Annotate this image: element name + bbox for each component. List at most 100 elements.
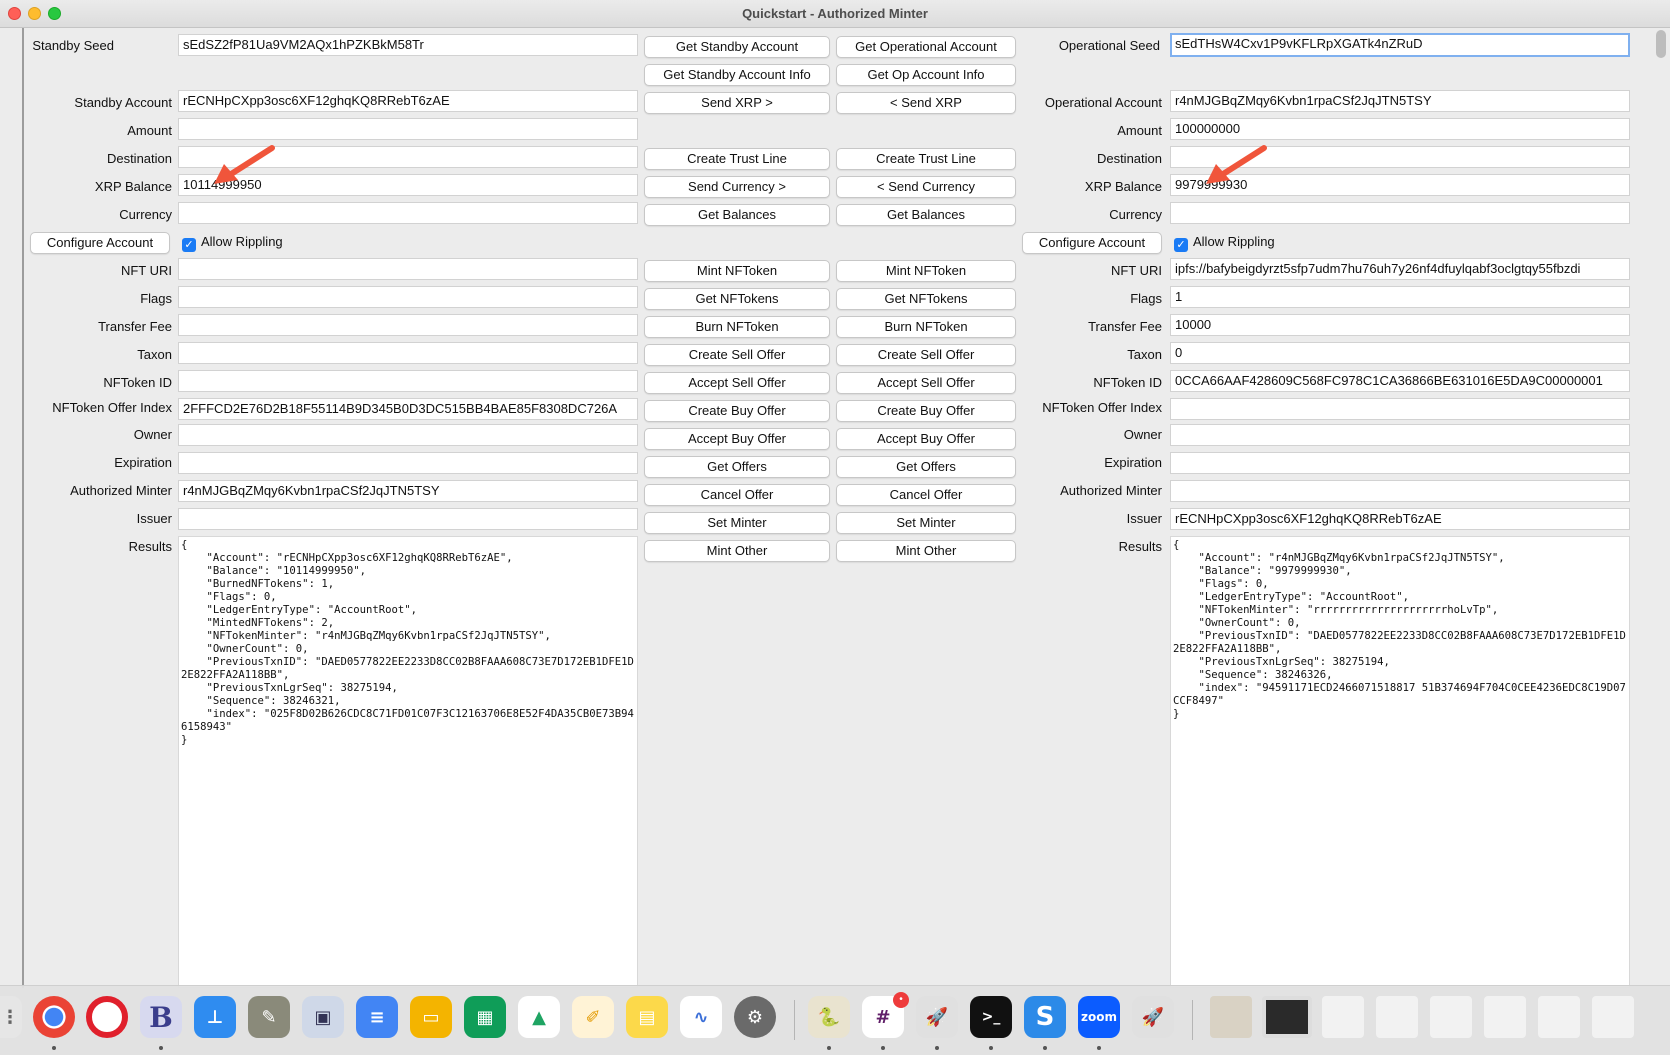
operational-flags-field[interactable]: 1 — [1170, 286, 1630, 308]
operational-nft-uri-field[interactable]: ipfs://bafybeigdyrzt5sfp7udm7hu76uh7y26n… — [1170, 258, 1630, 280]
standby-accept-buy-offer-button[interactable]: Accept Buy Offer — [644, 428, 830, 450]
rocket-icon-2[interactable]: 🚀 — [1132, 996, 1174, 1038]
standby-offer-index-field[interactable]: 2FFFCD2E76D2B18F55114B9D345B0D3DC515BB4B… — [178, 398, 638, 420]
operational-expiration-field[interactable] — [1170, 452, 1630, 474]
operational-authorized-minter-field[interactable] — [1170, 480, 1630, 502]
standby-allow-rippling-checkbox[interactable]: ✓ Allow Rippling — [182, 234, 283, 252]
operational-nftoken-id-field[interactable]: 0CCA66AAF428609C568FC978C1CA36866BE63101… — [1170, 370, 1630, 392]
standby-seed-field[interactable]: sEdSZ2fP81Ua9VM2AQx1hPZKBkM58Tr — [178, 34, 638, 56]
standby-nftoken-id-field[interactable] — [178, 370, 638, 392]
operational-mint-other-button[interactable]: Mint Other — [836, 540, 1016, 562]
operational-owner-field[interactable] — [1170, 424, 1630, 446]
operational-account-field[interactable]: r4nMJGBqZMqy6Kvbn1rpaCSf2JqJTN5TSY — [1170, 90, 1630, 112]
bbedit-icon[interactable]: B — [140, 996, 182, 1038]
zoom-icon[interactable]: zoom — [1078, 996, 1120, 1038]
operational-get-offers-button[interactable]: Get Offers — [836, 456, 1016, 478]
operational-accept-sell-offer-button[interactable]: Accept Sell Offer — [836, 372, 1016, 394]
get-standby-account-button[interactable]: Get Standby Account — [644, 36, 830, 58]
operational-amount-field[interactable]: 100000000 — [1170, 118, 1630, 140]
terminal-icon[interactable]: >_ — [970, 996, 1012, 1038]
system-settings-icon[interactable]: ⚙ — [734, 996, 776, 1038]
get-standby-account-info-button[interactable]: Get Standby Account Info — [644, 64, 830, 86]
pages-icon[interactable]: ✐ — [572, 996, 614, 1038]
standby-amount-field[interactable] — [178, 118, 638, 140]
operational-set-minter-button[interactable]: Set Minter — [836, 512, 1016, 534]
standby-burn-nftoken-button[interactable]: Burn NFToken — [644, 316, 830, 338]
operational-accept-buy-offer-button[interactable]: Accept Buy Offer — [836, 428, 1016, 450]
standby-mint-nftoken-button[interactable]: Mint NFToken — [644, 260, 830, 282]
operational-expiration-label: Expiration — [1104, 455, 1162, 470]
standby-transfer-fee-field[interactable] — [178, 314, 638, 336]
window-thumbnail-icon[interactable] — [1376, 996, 1418, 1038]
standby-cancel-offer-button[interactable]: Cancel Offer — [644, 484, 830, 506]
drive-icon[interactable]: ▲ — [518, 996, 560, 1038]
preview-icon[interactable]: ▣ — [302, 996, 344, 1038]
standby-send-xrp-button[interactable]: Send XRP > — [644, 92, 830, 114]
window-thumbnail-icon[interactable] — [1484, 996, 1526, 1038]
operational-send-xrp-button[interactable]: < Send XRP — [836, 92, 1016, 114]
operational-send-currency-button[interactable]: < Send Currency — [836, 176, 1016, 198]
standby-create-trust-line-button[interactable]: Create Trust Line — [644, 148, 830, 170]
standby-set-minter-button[interactable]: Set Minter — [644, 512, 830, 534]
standby-create-buy-offer-button[interactable]: Create Buy Offer — [644, 400, 830, 422]
standby-accept-sell-offer-button[interactable]: Accept Sell Offer — [644, 372, 830, 394]
operational-mint-nftoken-button[interactable]: Mint NFToken — [836, 260, 1016, 282]
standby-currency-field[interactable] — [178, 202, 638, 224]
operational-results-area[interactable]: { "Account": "r4nMJGBqZMqy6Kvbn1rpaCSf2J… — [1170, 536, 1630, 988]
freeform-icon[interactable]: ∿ — [680, 996, 722, 1038]
get-op-account-info-button[interactable]: Get Op Account Info — [836, 64, 1016, 86]
screenshot-thumbnail-icon[interactable] — [1262, 996, 1312, 1038]
standby-results-area[interactable]: { "Account": "rECNHpCXpp3osc6XF12ghqKQ8R… — [178, 536, 638, 988]
sheets-icon[interactable]: ▦ — [464, 996, 506, 1038]
standby-get-balances-button[interactable]: Get Balances — [644, 204, 830, 226]
standby-nft-uri-field[interactable] — [178, 258, 638, 280]
standby-owner-field[interactable] — [178, 424, 638, 446]
standby-flags-field[interactable] — [178, 286, 638, 308]
operational-issuer-field[interactable]: rECNHpCXpp3osc6XF12ghqKQ8RRebT6zAE — [1170, 508, 1630, 530]
operational-currency-field[interactable] — [1170, 202, 1630, 224]
operational-get-nftokens-button[interactable]: Get NFTokens — [836, 288, 1016, 310]
window-thumbnail-icon[interactable] — [1592, 996, 1634, 1038]
chrome-icon[interactable] — [33, 996, 75, 1038]
gimp-icon[interactable]: ✎ — [248, 996, 290, 1038]
standby-mint-other-button[interactable]: Mint Other — [644, 540, 830, 562]
standby-configure-account-button[interactable]: Configure Account — [30, 232, 170, 254]
operational-create-trust-line-button[interactable]: Create Trust Line — [836, 148, 1016, 170]
slides-icon[interactable]: ▭ — [410, 996, 452, 1038]
operational-create-buy-offer-button[interactable]: Create Buy Offer — [836, 400, 1016, 422]
window-thumbnail-icon[interactable] — [1430, 996, 1472, 1038]
operational-get-balances-button[interactable]: Get Balances — [836, 204, 1016, 226]
standby-expiration-field[interactable] — [178, 452, 638, 474]
launchpad-icon[interactable]: ⋮⋮ — [0, 996, 22, 1038]
standby-create-sell-offer-button[interactable]: Create Sell Offer — [644, 344, 830, 366]
operational-burn-nftoken-button[interactable]: Burn NFToken — [836, 316, 1016, 338]
operational-account-label: Operational Account — [1044, 95, 1162, 110]
operational-allow-rippling-checkbox[interactable]: ✓ Allow Rippling — [1174, 234, 1275, 252]
opera-icon[interactable] — [86, 996, 128, 1038]
python-launcher-icon[interactable]: 🐍 — [808, 996, 850, 1038]
get-operational-account-button[interactable]: Get Operational Account — [836, 36, 1016, 58]
operational-taxon-field[interactable]: 0 — [1170, 342, 1630, 364]
docs-icon[interactable]: ≡ — [356, 996, 398, 1038]
operational-seed-field[interactable]: sEdTHsW4Cxv1P9vKFLRpXGATk4nZRuD — [1170, 33, 1630, 57]
standby-get-nftokens-button[interactable]: Get NFTokens — [644, 288, 830, 310]
vertical-scrollbar[interactable] — [1656, 30, 1666, 58]
standby-account-field[interactable]: rECNHpCXpp3osc6XF12ghqKQ8RRebT6zAE — [178, 90, 638, 112]
window-thumbnail-icon[interactable] — [1538, 996, 1580, 1038]
window-thumbnail-icon[interactable] — [1322, 996, 1364, 1038]
standby-issuer-field[interactable] — [178, 508, 638, 530]
operational-transfer-fee-field[interactable]: 10000 — [1170, 314, 1630, 336]
notes-icon[interactable]: ▤ — [626, 996, 668, 1038]
standby-taxon-field[interactable] — [178, 342, 638, 364]
rocket-icon[interactable]: 🚀 — [916, 996, 958, 1038]
standby-authorized-minter-field[interactable]: r4nMJGBqZMqy6Kvbn1rpaCSf2JqJTN5TSY — [178, 480, 638, 502]
operational-offer-index-field[interactable] — [1170, 398, 1630, 420]
operational-create-sell-offer-button[interactable]: Create Sell Offer — [836, 344, 1016, 366]
keynote-icon[interactable]: ⊥ — [194, 996, 236, 1038]
operational-configure-account-button[interactable]: Configure Account — [1022, 232, 1162, 254]
standby-get-offers-button[interactable]: Get Offers — [644, 456, 830, 478]
standby-send-currency-button[interactable]: Send Currency > — [644, 176, 830, 198]
operational-cancel-offer-button[interactable]: Cancel Offer — [836, 484, 1016, 506]
document-thumbnail-icon[interactable] — [1210, 996, 1252, 1038]
scrivener-icon[interactable]: S — [1024, 996, 1066, 1038]
